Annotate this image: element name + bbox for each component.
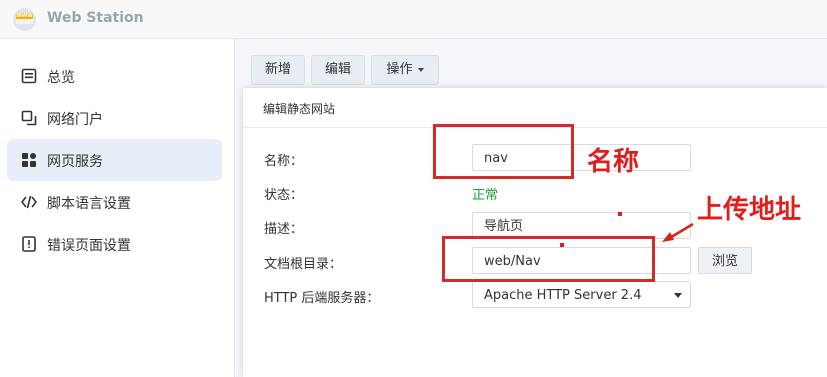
action-dropdown[interactable]: 操作 (371, 55, 439, 85)
status-label: 状态： (264, 188, 304, 203)
docroot-label: 文档根目录： (264, 257, 343, 272)
sidebar-item-portal[interactable]: 网络门户 (7, 97, 222, 139)
sidebar-item-error-pages[interactable]: 错误页面设置 (7, 223, 222, 265)
sidebar: 总览 网络门户 网页服务 脚本语言设置 错误页面设置 (0, 39, 235, 377)
annotation-dot (560, 243, 564, 247)
sidebar-item-label: 网络门户 (47, 112, 103, 128)
upload-annotation: 上传地址 (697, 195, 802, 225)
app-header: WWW Web Station (0, 0, 827, 39)
add-button[interactable]: 新增 (251, 55, 305, 85)
app-title: Web Station (47, 10, 144, 26)
overview-icon (21, 68, 37, 84)
docroot-highlight-box (442, 236, 655, 282)
sidebar-item-label: 总览 (47, 70, 75, 86)
sidebar-item-label: 网页服务 (47, 154, 103, 170)
grid-icon (22, 153, 36, 167)
error-icon (22, 236, 36, 252)
name-annotation: 名称 (587, 147, 640, 177)
chevron-down-icon (674, 293, 682, 298)
chevron-down-icon (417, 67, 424, 72)
sidebar-item-web-service[interactable]: 网页服务 (7, 139, 222, 181)
sidebar-item-label: 脚本语言设置 (47, 196, 131, 212)
portal-icon (21, 110, 37, 126)
description-label: 描述： (264, 222, 304, 237)
dialog-title: 编辑静态网站 (263, 102, 336, 116)
action-label: 操作 (386, 62, 413, 77)
sidebar-item-label: 错误页面设置 (47, 238, 131, 254)
name-highlight-box (433, 124, 574, 179)
backend-label: HTTP 后端服务器： (264, 291, 380, 306)
status-value: 正常 (472, 188, 499, 203)
edit-button[interactable]: 编辑 (311, 55, 365, 85)
code-icon (21, 195, 37, 209)
description-input[interactable]: 导航页 (472, 212, 691, 239)
sidebar-item-script-settings[interactable]: 脚本语言设置 (7, 181, 222, 223)
backend-select[interactable]: Apache HTTP Server 2.4 (472, 281, 691, 308)
annotation-dot (618, 212, 622, 216)
browse-button[interactable]: 浏览 (698, 247, 752, 274)
sidebar-item-overview[interactable]: 总览 (7, 55, 222, 97)
web-station-logo-icon: WWW (13, 8, 36, 31)
arrow-icon (662, 222, 694, 242)
name-label: 名称： (264, 154, 304, 169)
backend-selected-value: Apache HTTP Server 2.4 (484, 288, 642, 303)
